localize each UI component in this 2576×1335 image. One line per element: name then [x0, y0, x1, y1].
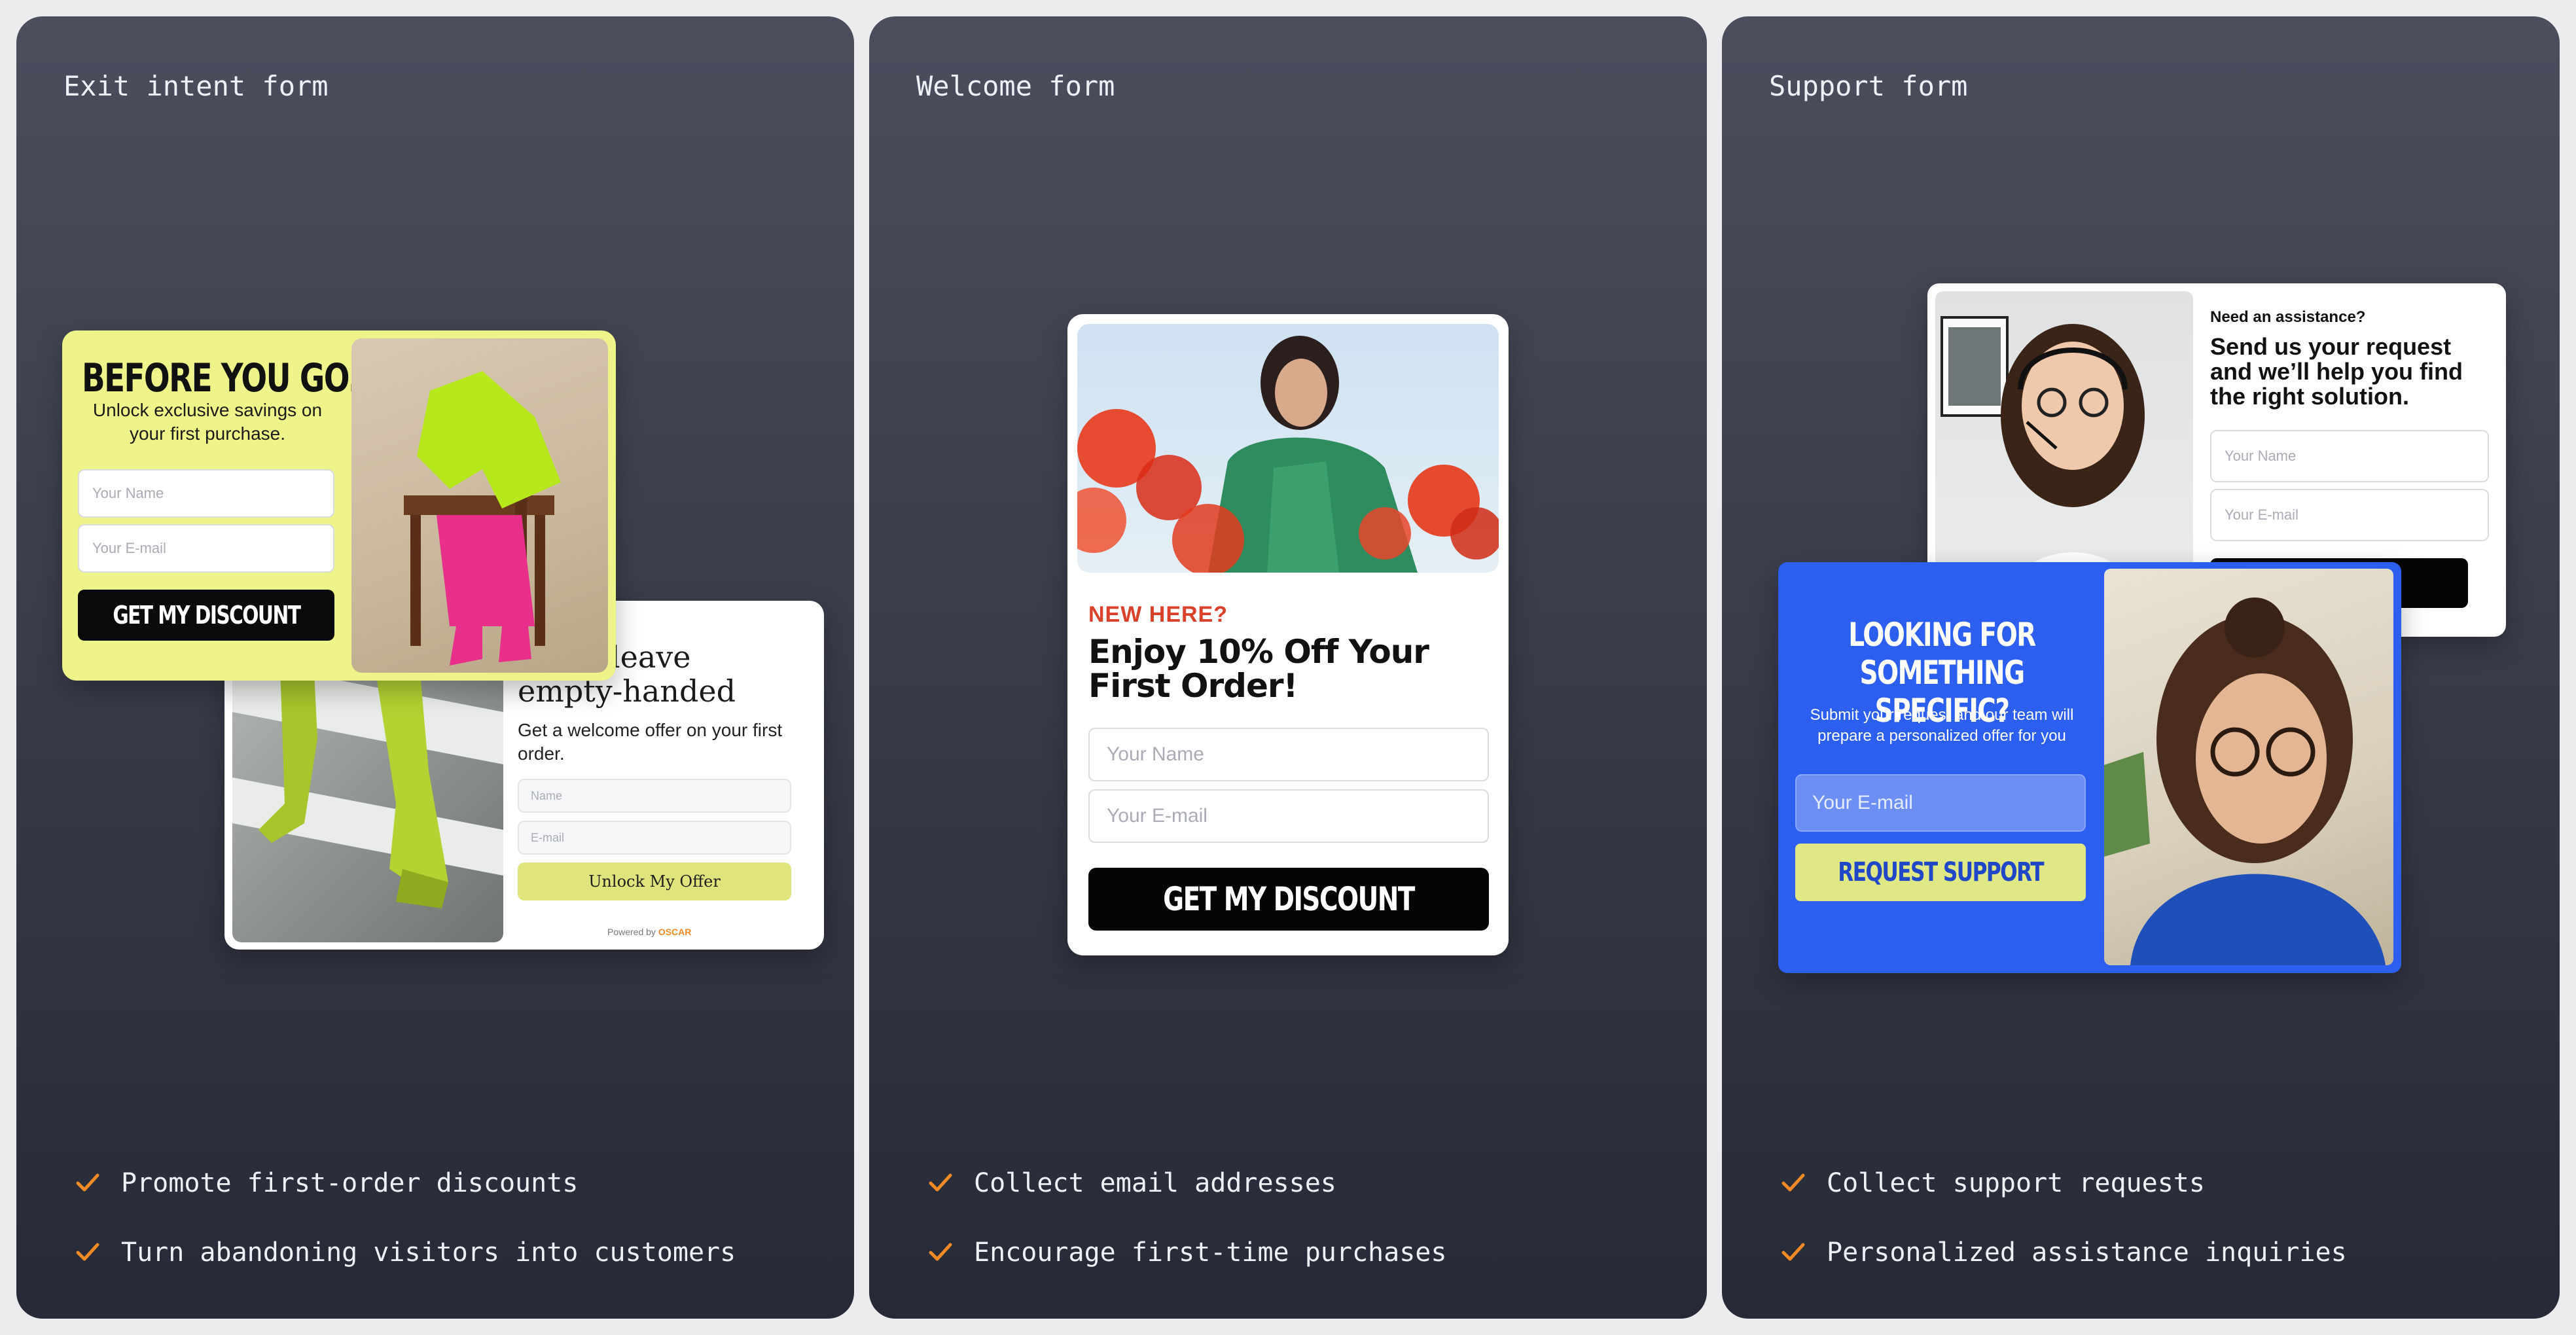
model-image [1077, 324, 1499, 573]
placeholder-text: Your Name [2225, 448, 2297, 464]
placeholder-text: Your E-mail [1107, 805, 1208, 827]
exit-form-front-card: BEFORE YOU GO... Unlock exclusive saving… [62, 330, 616, 681]
placeholder-text: Your E-mail [92, 540, 166, 556]
front-name-input[interactable]: Your Name [78, 469, 334, 518]
placeholder-text: Your E-mail [2225, 507, 2299, 523]
feature-text: Collect email addresses [974, 1168, 1336, 1198]
back-name-input[interactable]: Name [518, 779, 791, 813]
powered-by: Powered by OSCAR [607, 927, 691, 937]
welcome-form-card: NEW HERE? Enjoy 10% Off Your First Order… [1067, 314, 1509, 955]
email-input[interactable]: Your E-mail [2210, 489, 2489, 541]
get-discount-button[interactable]: GET MY DISCOUNT [78, 590, 334, 641]
placeholder-text: Your Name [1107, 743, 1204, 765]
welcome-panel: Welcome form NEW HERE? Enjoy 10% Off You… [869, 16, 1707, 1319]
feature-text: Promote first-order discounts [121, 1168, 579, 1198]
feature-item: Personalized assistance inquiries [1774, 1237, 2347, 1268]
check-icon [69, 1238, 107, 1267]
feature-item: Promote first-order discounts [69, 1168, 578, 1198]
placeholder-text: Your Name [92, 485, 164, 501]
check-icon [69, 1169, 107, 1198]
placeholder-text: Your E-mail [1812, 792, 1913, 813]
button-label: Unlock My Offer [588, 872, 721, 891]
exit-intent-panel: Exit intent form Don’t leave empty-hande… [16, 16, 854, 1319]
panel-title: Support form [1769, 70, 1968, 102]
check-icon [1774, 1238, 1812, 1267]
feature-item: Collect email addresses [921, 1168, 1336, 1198]
feature-text: Encourage first-time purchases [974, 1237, 1447, 1268]
email-input[interactable]: Your E-mail [1088, 789, 1489, 843]
powered-by-text: Powered by [607, 927, 656, 937]
placeholder-text: Name [531, 789, 563, 802]
name-input[interactable]: Your Name [2210, 430, 2489, 482]
headline: Enjoy 10% Off Your First Order! [1088, 633, 1429, 705]
check-icon [1774, 1169, 1812, 1198]
panel-title: Welcome form [916, 70, 1115, 102]
get-discount-button[interactable]: GET MY DISCOUNT [1088, 868, 1489, 931]
name-input[interactable]: Your Name [1088, 728, 1489, 781]
chair-image [351, 338, 608, 673]
check-icon [921, 1169, 959, 1198]
assistant-image [2104, 569, 2393, 965]
kicker: NEW HERE? [1088, 602, 1228, 627]
request-support-button[interactable]: REQUEST SUPPORT [1795, 844, 2086, 901]
panel-title: Exit intent form [63, 70, 329, 102]
support-panel: Support form Need an assistance? Send us… [1722, 16, 2560, 1319]
feature-text: Turn abandoning visitors into customers [121, 1237, 736, 1268]
front-email-input[interactable]: Your E-mail [78, 524, 334, 573]
feature-text: Collect support requests [1827, 1168, 2205, 1198]
kicker: Need an assistance? [2210, 308, 2366, 326]
brand-logo: OSCAR [658, 927, 692, 937]
feature-item: Collect support requests [1774, 1168, 2205, 1198]
headline: Send us your request and we’ll help you … [2210, 333, 2463, 410]
support-form-front-card: LOOKING FOR SOMETHING SPECIFIC? Submit y… [1778, 562, 2401, 973]
check-icon [921, 1238, 959, 1267]
subtitle: Submit your request and our team will pr… [1810, 706, 2074, 745]
placeholder-text: E-mail [531, 830, 565, 844]
email-input[interactable]: Your E-mail [1795, 774, 2086, 832]
feature-text: Personalized assistance inquiries [1827, 1237, 2347, 1268]
front-subtitle: Unlock exclusive savings on your first p… [92, 400, 323, 444]
back-email-input[interactable]: E-mail [518, 821, 791, 855]
front-headline: BEFORE YOU GO... [82, 355, 381, 401]
feature-item: Turn abandoning visitors into customers [69, 1237, 736, 1268]
feature-item: Encourage first-time purchases [921, 1237, 1446, 1268]
back-subtitle: Get a welcome offer on your first order. [518, 720, 783, 764]
unlock-offer-button[interactable]: Unlock My Offer [518, 863, 791, 900]
